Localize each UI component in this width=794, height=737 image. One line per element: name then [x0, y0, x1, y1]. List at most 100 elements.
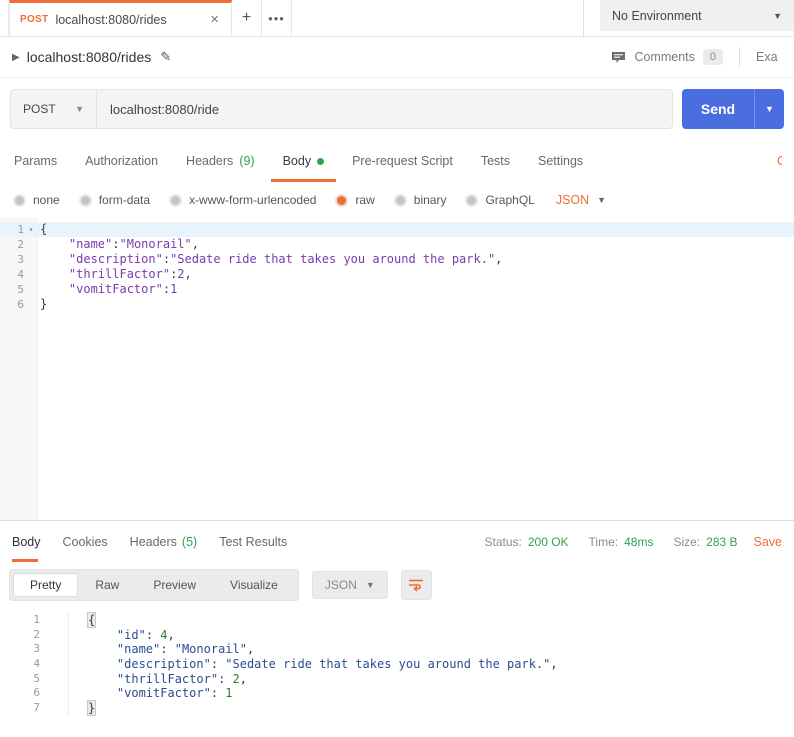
- code-text: "id": 4,: [68, 627, 175, 643]
- chevron-down-icon: ▼: [597, 195, 607, 205]
- body-type-none[interactable]: none: [13, 193, 60, 207]
- code-text: }: [68, 700, 97, 717]
- radio-icon: [78, 193, 92, 207]
- code-line: 5 "thrillFactor": 2,: [0, 671, 794, 687]
- line-number: 6: [17, 298, 24, 311]
- request-tab[interactable]: POST localhost:8080/rides ×: [9, 0, 232, 36]
- status-label: Status:: [484, 534, 522, 549]
- fold-caret-icon[interactable]: ▾: [24, 222, 38, 237]
- chevron-down-icon: ▼: [773, 10, 782, 21]
- view-raw[interactable]: Raw: [78, 573, 136, 597]
- line-number: 2: [33, 627, 40, 641]
- code-line: 1{: [0, 612, 794, 628]
- body-type-urlencoded[interactable]: x-www-form-urlencoded: [169, 193, 316, 207]
- tab-label: Params: [14, 154, 58, 168]
- body-filled-dot: [317, 157, 325, 165]
- tab-label: Settings: [538, 154, 584, 168]
- tab-bar: POST localhost:8080/rides × + ••• No Env…: [0, 0, 794, 37]
- send-button[interactable]: Send: [682, 89, 754, 129]
- environment-label: No Environment: [612, 8, 702, 23]
- tab-tests[interactable]: Tests: [467, 140, 524, 182]
- response-tab-headers[interactable]: Headers (5): [119, 521, 209, 562]
- radio-icon: [465, 193, 479, 207]
- status-value: 200 OK: [527, 534, 569, 549]
- code-line: 7}: [0, 700, 794, 717]
- method-dropdown[interactable]: POST ▼: [11, 90, 97, 128]
- body-type-graphql[interactable]: GraphQL: [465, 193, 535, 207]
- radio-label: raw: [355, 193, 375, 207]
- radio-label: form-data: [98, 193, 151, 207]
- environment-selector[interactable]: No Environment ▼: [600, 0, 794, 31]
- body-type-binary[interactable]: binary: [393, 193, 447, 207]
- response-format-dropdown[interactable]: JSON ▼: [311, 571, 388, 599]
- tab-headers[interactable]: Headers (9): [172, 140, 269, 182]
- view-visualize[interactable]: Visualize: [213, 573, 295, 597]
- send-options-button[interactable]: ▼: [754, 89, 784, 129]
- tab-pre-request-script[interactable]: Pre-request Script: [338, 140, 467, 182]
- method-url-group: POST ▼ localhost:8080/ride: [10, 89, 673, 129]
- divider: [739, 47, 740, 67]
- request-body-editor[interactable]: 1 ▾{2 "name":"Monorail", 3 "description":"…: [0, 218, 794, 520]
- method-value: POST: [23, 102, 56, 116]
- response-tab-test-results[interactable]: Test Results: [208, 521, 298, 562]
- code-text: "description":"Sedate ride that takes yo…: [68, 252, 503, 266]
- view-pretty[interactable]: Pretty: [13, 573, 79, 597]
- environment-area: No Environment ▼: [583, 0, 794, 36]
- code-line[interactable]: 4 "thrillFactor":2,: [0, 267, 794, 282]
- save-response-button[interactable]: Save: [754, 535, 783, 549]
- chevron-down-icon: ▼: [365, 580, 375, 590]
- examples-button[interactable]: Exa: [756, 50, 782, 64]
- code-line[interactable]: 2 "name":"Monorail",: [0, 237, 794, 252]
- code-line[interactable]: 3 "description":"Sedate ride that takes …: [0, 252, 794, 267]
- tab-label: Tests: [480, 154, 510, 168]
- tab-label: Headers: [129, 534, 177, 549]
- response-view-switcher: Pretty Raw Preview Visualize: [9, 569, 299, 601]
- send-button-group: Send ▼: [682, 89, 784, 129]
- tab-close-icon[interactable]: ×: [208, 11, 221, 28]
- environment-divider: [583, 0, 584, 36]
- tab-options-button[interactable]: •••: [262, 0, 292, 36]
- format-value: JSON: [324, 578, 357, 592]
- expand-caret-icon[interactable]: ▶: [12, 52, 20, 63]
- code-line: 4 "description": "Sedate ride that takes…: [0, 657, 794, 672]
- code-text: {: [68, 612, 97, 628]
- radio-icon: [169, 193, 183, 207]
- radio-label: x-www-form-urlencoded: [189, 193, 317, 207]
- cookies-link-clipped[interactable]: Cookies: [777, 154, 782, 168]
- body-language-dropdown[interactable]: JSON ▼: [556, 193, 606, 207]
- tab-label: Cookies: [62, 534, 108, 549]
- tab-bar-left-pad: [0, 0, 9, 36]
- wrap-lines-button[interactable]: [400, 570, 432, 600]
- code-text: {: [40, 222, 48, 236]
- response-tab-cookies[interactable]: Cookies: [52, 521, 119, 562]
- tab-method-label: POST: [20, 14, 49, 25]
- radio-label: binary: [413, 193, 447, 207]
- request-tabs: Params Authorization Headers (9) Body Pre…: [0, 140, 794, 182]
- code-line[interactable]: 5 "vomitFactor":1: [0, 282, 794, 297]
- response-tab-body[interactable]: Body: [12, 521, 52, 562]
- code-line[interactable]: 6}: [0, 297, 794, 312]
- title-row-actions: Comments 0 Exa: [611, 47, 782, 67]
- line-number: 3: [17, 253, 24, 266]
- tab-label: Body: [282, 154, 312, 168]
- line-number: 1: [33, 613, 40, 626]
- tab-label: Body: [12, 534, 41, 549]
- tab-settings[interactable]: Settings: [524, 140, 597, 182]
- response-body-viewer: 1{2 "id": 4, 3 "name": "Monorail", 4 "desc…: [0, 608, 794, 737]
- new-tab-button[interactable]: +: [232, 0, 262, 36]
- view-preview[interactable]: Preview: [136, 573, 213, 597]
- url-input[interactable]: localhost:8080/ride: [97, 90, 672, 128]
- edit-pencil-icon[interactable]: ✎: [160, 49, 171, 65]
- tab-authorization[interactable]: Authorization: [71, 140, 172, 182]
- chevron-down-icon: ▼: [75, 104, 84, 114]
- tab-params[interactable]: Params: [12, 140, 71, 182]
- comments-button[interactable]: Comments: [634, 50, 694, 64]
- size-label: Size:: [673, 534, 701, 549]
- response-header: Body Cookies Headers (5) Test Results Sta…: [0, 520, 794, 562]
- body-type-form-data[interactable]: form-data: [78, 193, 151, 207]
- code-line[interactable]: 1 ▾{: [0, 222, 794, 237]
- tab-body[interactable]: Body: [269, 140, 339, 182]
- body-type-row: none form-data x-www-form-urlencoded raw…: [0, 182, 794, 218]
- body-type-raw[interactable]: raw: [335, 193, 375, 207]
- time-value: 48ms: [624, 534, 654, 549]
